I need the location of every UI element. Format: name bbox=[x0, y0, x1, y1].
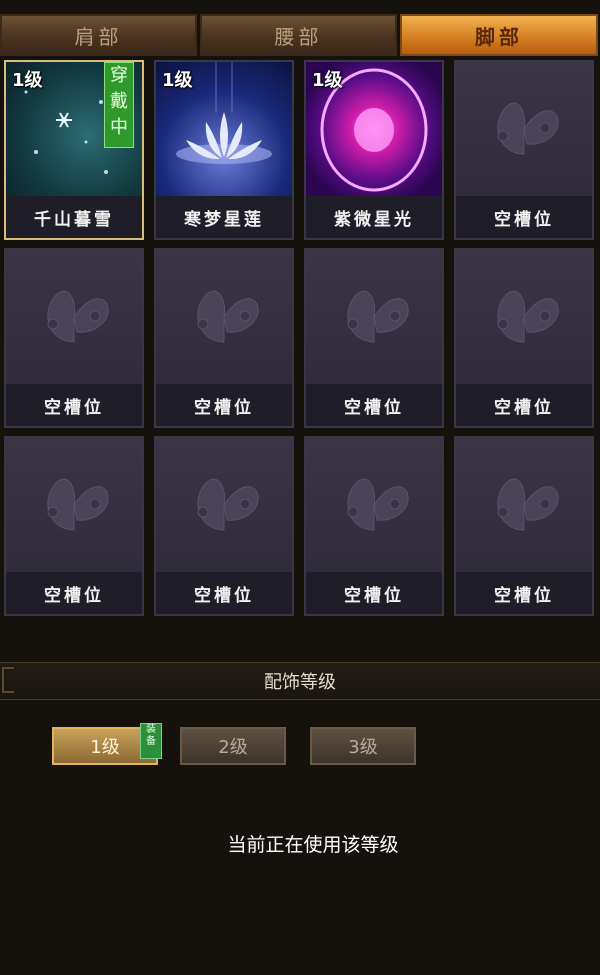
level-label: 1级 bbox=[162, 70, 193, 91]
accessory-slot-9[interactable]: 空槽位 bbox=[4, 436, 144, 616]
slot-name: 空槽位 bbox=[306, 572, 442, 614]
butterfly-icon bbox=[456, 250, 592, 384]
butterfly-icon bbox=[306, 438, 442, 572]
butterfly-icon bbox=[6, 250, 142, 384]
accessory-slot-6[interactable]: 空槽位 bbox=[154, 248, 294, 428]
accessory-slot-7[interactable]: 空槽位 bbox=[304, 248, 444, 428]
accessory-slot-3[interactable]: 1级 紫微星光 bbox=[304, 60, 444, 240]
slot-name: 寒梦星莲 bbox=[156, 196, 292, 238]
accessory-slot-12[interactable]: 空槽位 bbox=[454, 436, 594, 616]
slot-name: 紫微星光 bbox=[306, 196, 442, 238]
slot-name: 空槽位 bbox=[456, 572, 592, 614]
butterfly-icon bbox=[456, 438, 592, 572]
level-label: 1级 bbox=[12, 70, 43, 91]
accessory-slot-8[interactable]: 空槽位 bbox=[454, 248, 594, 428]
tab-feet[interactable]: 脚部 bbox=[400, 14, 598, 56]
accessory-slot-5[interactable]: 空槽位 bbox=[4, 248, 144, 428]
divider-cap bbox=[2, 667, 14, 693]
tab-shoulder[interactable]: 肩部 bbox=[0, 14, 197, 56]
accessory-slot-11[interactable]: 空槽位 bbox=[304, 436, 444, 616]
tab-waist[interactable]: 腰部 bbox=[200, 14, 397, 56]
butterfly-icon bbox=[306, 250, 442, 384]
butterfly-icon bbox=[456, 62, 592, 196]
level-1-button[interactable]: 1级 装备 bbox=[52, 723, 162, 765]
level-3-label: 3级 bbox=[348, 737, 378, 758]
slot-name: 空槽位 bbox=[156, 384, 292, 426]
status-text: 当前正在使用该等级 bbox=[227, 834, 399, 856]
slot-name: 空槽位 bbox=[456, 384, 592, 426]
worn-badge: 穿戴中 bbox=[104, 62, 134, 148]
section-header: 配饰等级 bbox=[0, 662, 600, 700]
slot-name: 千山暮雪 bbox=[6, 196, 142, 238]
tab-bar: 肩部 腰部 脚部 bbox=[0, 14, 600, 56]
slot-name: 空槽位 bbox=[456, 196, 592, 238]
accessory-slot-1[interactable]: 1级 穿戴中 千山暮雪 bbox=[4, 60, 144, 240]
section-title: 配饰等级 bbox=[264, 672, 336, 693]
level-1-label: 1级 bbox=[90, 737, 120, 758]
butterfly-icon bbox=[156, 250, 292, 384]
level-2-button[interactable]: 2级 bbox=[180, 727, 286, 765]
butterfly-icon bbox=[156, 438, 292, 572]
equipped-tag: 装备 bbox=[140, 723, 162, 759]
accessory-slot-10[interactable]: 空槽位 bbox=[154, 436, 294, 616]
level-label: 1级 bbox=[312, 70, 343, 91]
accessory-grid: 1级 穿戴中 千山暮雪 1级 寒梦星莲 1级 紫微星光 空槽位 空槽位 空槽位 … bbox=[0, 60, 600, 620]
accessory-slot-4[interactable]: 空槽位 bbox=[454, 60, 594, 240]
accessory-slot-2[interactable]: 1级 寒梦星莲 bbox=[154, 60, 294, 240]
slot-name: 空槽位 bbox=[6, 384, 142, 426]
level-3-button[interactable]: 3级 bbox=[310, 727, 416, 765]
slot-name: 空槽位 bbox=[156, 572, 292, 614]
butterfly-icon bbox=[6, 438, 142, 572]
level-2-label: 2级 bbox=[218, 737, 248, 758]
slot-name: 空槽位 bbox=[6, 572, 142, 614]
slot-name: 空槽位 bbox=[306, 384, 442, 426]
